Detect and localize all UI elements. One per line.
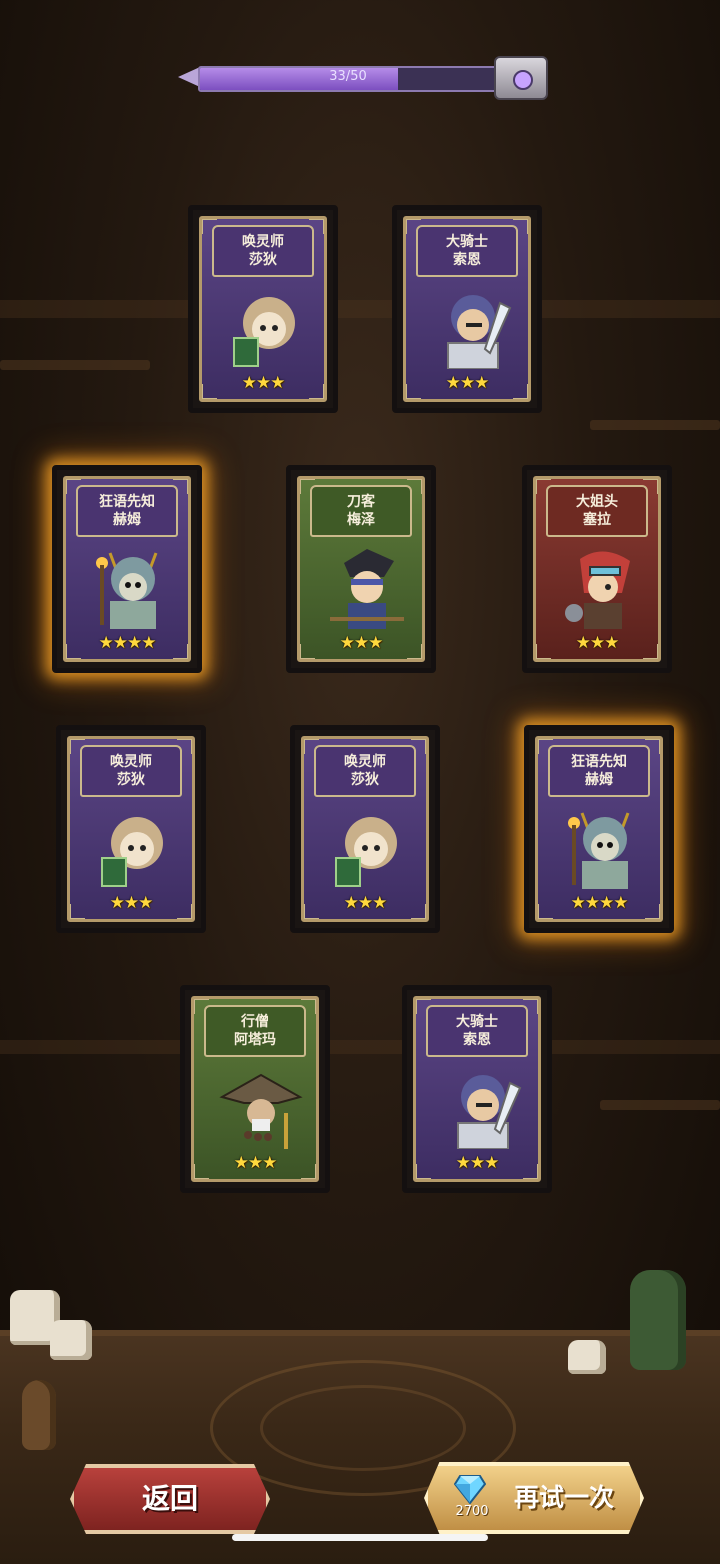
star-rating: ★★★★ [570, 893, 629, 913]
hero-name: 莎狄 [351, 772, 379, 788]
hero-title: 大骑士 [456, 1014, 498, 1030]
hero-name-banner: 刀客 梅泽 [310, 485, 412, 537]
hero-title: 刀客 [347, 494, 375, 510]
hero-title: 行僧 [241, 1014, 269, 1030]
hero-card[interactable]: 行僧阿塔玛 ★★★ [180, 985, 330, 1193]
hero-name: 赫姆 [585, 772, 613, 788]
hero-name-banner: 大姐头 塞拉 [546, 485, 648, 537]
card-frame: 唤灵师莎狄 ★★★ [67, 736, 195, 922]
hero-name: 索恩 [463, 1032, 491, 1048]
background-shelf [600, 1100, 720, 1110]
knight-portrait-icon [457, 1075, 522, 1149]
card-frame: 唤灵师莎狄 ★★★ [199, 216, 327, 402]
hero-name-banner: 狂语先知 赫姆 [76, 485, 178, 537]
retry-label: 再试一次 [513, 1483, 614, 1512]
retry-cost: 2700 [455, 1504, 489, 1519]
hero-card[interactable]: 狂语先知赫姆 ★★★★ [524, 725, 674, 933]
monk-portrait-icon [219, 1073, 303, 1149]
background-beam [0, 1040, 720, 1054]
background-shelf [0, 360, 150, 370]
hero-card[interactable]: 狂语先知赫姆 ★★★★ [52, 465, 202, 673]
chest-lock-icon [513, 70, 533, 90]
back-button[interactable]: 返回 [70, 1464, 270, 1534]
card-frame: 狂语先知赫姆 ★★★★ [535, 736, 663, 922]
boss-girl-portrait-icon [565, 551, 630, 629]
summon-progress-bar: 33/50 [178, 60, 523, 94]
necromancer-portrait-icon [233, 297, 295, 367]
hero-name: 索恩 [453, 252, 481, 268]
diamond-icon [454, 1475, 486, 1504]
hero-name-banner: 狂语先知 赫姆 [548, 745, 650, 797]
hero-name-banner: 唤灵师 莎狄 [212, 225, 314, 277]
hero-name-banner: 唤灵师 莎狄 [314, 745, 416, 797]
hero-name: 塞拉 [583, 512, 611, 528]
card-frame: 大姐头塞拉 ★★★ [533, 476, 661, 662]
progress-arrow-icon [178, 67, 200, 87]
candle-icon [50, 1320, 92, 1360]
star-rating: ★★★ [339, 633, 384, 653]
hero-card[interactable]: 大骑士索恩 ★★★ [392, 205, 542, 413]
hero-name-banner: 大骑士 索恩 [426, 1005, 528, 1057]
table-rune-circle-inner [260, 1385, 466, 1471]
prophet-portrait-icon [568, 812, 630, 889]
star-rating: ★★★ [445, 373, 490, 393]
card-frame: 行僧阿塔玛 ★★★ [191, 996, 319, 1182]
reward-chest-icon[interactable] [494, 56, 548, 100]
hero-title: 狂语先知 [571, 754, 627, 770]
swordsman-portrait-icon [330, 549, 404, 629]
star-rating: ★★★ [241, 373, 286, 393]
hero-title: 唤灵师 [242, 234, 284, 250]
retry-button[interactable]: 2700 再试一次 [424, 1462, 644, 1534]
home-indicator[interactable] [232, 1534, 488, 1541]
star-rating: ★★★ [455, 1153, 500, 1173]
card-frame: 大骑士索恩 ★★★ [413, 996, 541, 1182]
knight-portrait-icon [447, 295, 512, 369]
necromancer-portrait-icon [101, 817, 163, 887]
hero-title: 大姐头 [576, 494, 618, 510]
hero-name-banner: 大骑士 索恩 [416, 225, 518, 277]
star-rating: ★★★ [233, 1153, 278, 1173]
candle-icon [568, 1340, 606, 1374]
hero-title: 狂语先知 [99, 494, 155, 510]
background-beam [0, 300, 720, 318]
hero-name: 莎狄 [117, 772, 145, 788]
hero-card[interactable]: 唤灵师莎狄 ★★★ [290, 725, 440, 933]
card-frame: 狂语先知赫姆 ★★★★ [63, 476, 191, 662]
necromancer-portrait-icon [335, 817, 397, 887]
card-frame: 刀客梅泽 ★★★ [297, 476, 425, 662]
hero-name: 梅泽 [347, 512, 375, 528]
star-rating: ★★★ [109, 893, 154, 913]
card-frame: 唤灵师莎狄 ★★★ [301, 736, 429, 922]
hero-card[interactable]: 大骑士索恩 ★★★ [402, 985, 552, 1193]
bottle-icon [22, 1380, 56, 1450]
hero-name-banner: 行僧 阿塔玛 [204, 1005, 306, 1057]
progress-text: 33/50 [329, 69, 367, 84]
background-shelf [590, 420, 720, 430]
hero-card[interactable]: 唤灵师莎狄 ★★★ [56, 725, 206, 933]
prophet-portrait-icon [96, 552, 158, 629]
hero-card[interactable]: 大姐头塞拉 ★★★ [522, 465, 672, 673]
hero-title: 唤灵师 [110, 754, 152, 770]
star-rating: ★★★ [343, 893, 388, 913]
hero-card[interactable]: 唤灵师莎狄 ★★★ [188, 205, 338, 413]
hero-name: 赫姆 [113, 512, 141, 528]
star-rating: ★★★ [575, 633, 620, 653]
hero-name: 阿塔玛 [234, 1032, 276, 1048]
hero-name-banner: 唤灵师 莎狄 [80, 745, 182, 797]
hero-card[interactable]: 刀客梅泽 ★★★ [286, 465, 436, 673]
hero-title: 唤灵师 [344, 754, 386, 770]
hero-name: 莎狄 [249, 252, 277, 268]
bottle-icon [630, 1270, 686, 1370]
star-rating: ★★★★ [98, 633, 157, 653]
card-frame: 大骑士索恩 ★★★ [403, 216, 531, 402]
hero-title: 大骑士 [446, 234, 488, 250]
